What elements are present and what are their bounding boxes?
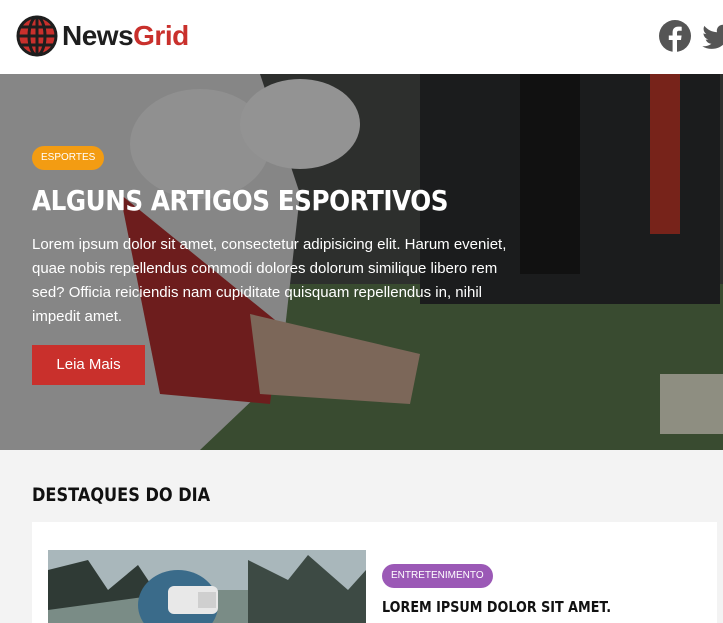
- social-links: [659, 20, 723, 52]
- hero-banner: ESPORTES ALGUNS ARTIGOS ESPORTIVOS Lorem…: [0, 74, 723, 450]
- highlights-title: DESTAQUES DO DIA: [32, 484, 211, 506]
- twitter-icon[interactable]: [701, 20, 723, 52]
- hero-title: ALGUNS ARTIGOS ESPORTIVOS: [32, 184, 449, 217]
- card-category-badge[interactable]: ENTRETENIMENTO: [382, 564, 493, 588]
- site-header: NewsGrid: [0, 0, 723, 74]
- brand-name-news: News: [62, 20, 134, 51]
- read-more-button[interactable]: Leia Mais: [32, 345, 145, 385]
- card-body: ENTRETENIMENTO LOREM IPSUM DOLOR SIT AME…: [382, 564, 651, 616]
- card-image: [48, 550, 366, 623]
- card-title[interactable]: LOREM IPSUM DOLOR SIT AMET.: [382, 598, 611, 616]
- brand-logo[interactable]: NewsGrid: [16, 15, 189, 57]
- brand-name-grid: Grid: [133, 20, 189, 51]
- globe-icon: [16, 15, 58, 57]
- facebook-icon[interactable]: [659, 20, 691, 52]
- hero-category-badge[interactable]: ESPORTES: [32, 146, 105, 170]
- hero-text: Lorem ipsum dolor sit amet, consectetur …: [32, 236, 507, 325]
- hero-content: ESPORTES ALGUNS ARTIGOS ESPORTIVOS Lorem…: [32, 146, 532, 385]
- highlight-card[interactable]: ENTRETENIMENTO LOREM IPSUM DOLOR SIT AME…: [32, 522, 717, 623]
